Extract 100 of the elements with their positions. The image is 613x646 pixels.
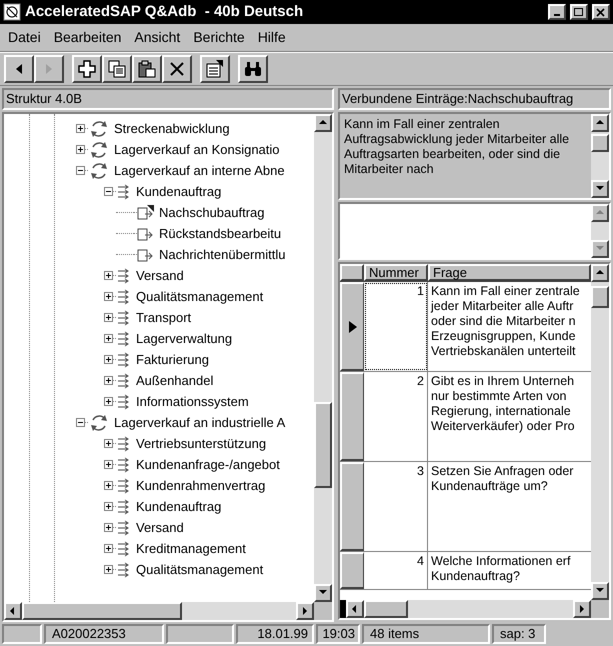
expand-icon[interactable]: [104, 313, 113, 322]
expand-icon[interactable]: [104, 481, 113, 490]
tree-item[interactable]: Lagerverkauf an interne Abne: [114, 160, 285, 180]
horizontal-scrollbar[interactable]: [346, 600, 591, 618]
tree-item[interactable]: Versand: [136, 518, 184, 538]
scroll-thumb[interactable]: [22, 602, 182, 620]
scroll-down-button[interactable]: [314, 584, 332, 602]
expand-icon[interactable]: [104, 376, 113, 385]
tree-item[interactable]: Rückstandsbearbeitu: [159, 224, 282, 244]
vertical-scrollbar[interactable]: [591, 114, 609, 198]
row-selector[interactable]: [340, 372, 364, 461]
tree-item[interactable]: Informationssystem: [136, 392, 249, 412]
expand-icon[interactable]: [104, 292, 113, 301]
scroll-down-button[interactable]: [591, 180, 609, 198]
status-field: 48 items: [362, 624, 490, 644]
menu-item[interactable]: Datei: [8, 27, 41, 48]
tree-item[interactable]: Versand: [136, 266, 184, 286]
expand-icon[interactable]: [104, 460, 113, 469]
horizontal-scrollbar[interactable]: [4, 602, 314, 620]
panel-header: Struktur 4.0B: [2, 88, 334, 110]
scroll-left-button[interactable]: [4, 602, 22, 620]
expand-icon[interactable]: [76, 124, 85, 133]
tree-item[interactable]: Kundenanfrage-/angebot: [136, 454, 280, 474]
expand-icon[interactable]: [104, 523, 113, 532]
scroll-right-button[interactable]: [296, 602, 314, 620]
tree-item[interactable]: Lagerverkauf an Konsignatio: [114, 140, 280, 160]
scroll-thumb[interactable]: [364, 600, 408, 618]
delete-icon: [169, 61, 185, 77]
vertical-scrollbar[interactable]: [591, 204, 609, 258]
toolbar-button[interactable]: [200, 55, 230, 83]
menu-item[interactable]: Hilfe: [258, 27, 286, 48]
column-header[interactable]: Nummer: [364, 264, 428, 281]
toolbar-button[interactable]: [72, 55, 102, 83]
row-selector[interactable]: [340, 462, 364, 551]
row-selector[interactable]: [340, 282, 364, 371]
tree-item[interactable]: Kundenauftrag: [136, 182, 222, 202]
menu-item[interactable]: Berichte: [193, 27, 245, 48]
toolbar-button[interactable]: [162, 55, 192, 83]
cycle-icon: [88, 160, 110, 180]
tree-item[interactable]: Transport: [136, 308, 192, 328]
tree-item[interactable]: Nachrichtenübermittlu: [159, 244, 286, 264]
table-cell-text: Gibt es in Ihrem Unterneh nur bestimmte Arten von Regierung, internationale Weiterverkäufer) oder Pro: [430, 373, 576, 435]
scroll-up-button[interactable]: [591, 114, 609, 132]
collapse-icon[interactable]: [76, 418, 85, 427]
tree-item[interactable]: Vertriebsunterstützung: [136, 434, 266, 454]
expand-icon[interactable]: [104, 271, 113, 280]
tree-item[interactable]: Streckenabwicklung: [114, 118, 230, 138]
tree-item[interactable]: Lagerverkauf an industrielle A: [114, 412, 286, 432]
scroll-thumb[interactable]: [314, 402, 332, 488]
collapse-icon[interactable]: [76, 166, 85, 175]
toolbar-button[interactable]: [132, 55, 162, 83]
vertical-scrollbar[interactable]: [591, 264, 609, 600]
toolbar-button[interactable]: [102, 55, 132, 83]
minimize-button[interactable]: [548, 4, 566, 20]
tree-item[interactable]: Nachschubauftrag: [159, 202, 265, 222]
maximize-button[interactable]: [570, 4, 588, 20]
scroll-thumb[interactable]: [591, 134, 609, 152]
expand-icon[interactable]: [104, 355, 113, 364]
notes-field[interactable]: [338, 202, 611, 260]
expand-icon[interactable]: [104, 565, 113, 574]
table-cell-text: Setzen Sie Anfragen oder Kundenaufträge um?: [430, 463, 574, 495]
scroll-up-button[interactable]: [591, 204, 609, 222]
expand-icon[interactable]: [76, 145, 85, 154]
collapse-icon[interactable]: [104, 187, 113, 196]
scroll-right-button[interactable]: [573, 600, 591, 618]
scroll-left-button[interactable]: [346, 600, 364, 618]
menu-item[interactable]: Bearbeiten: [54, 27, 122, 48]
tree-item[interactable]: Kundenauftrag: [136, 496, 222, 516]
tree-item[interactable]: Qualitätsmanagement: [136, 560, 264, 580]
toolbar-button[interactable]: [4, 55, 34, 83]
scroll-down-button[interactable]: [591, 240, 609, 258]
tree-item[interactable]: Kreditmanagement: [136, 538, 246, 558]
vertical-scrollbar[interactable]: [314, 114, 332, 602]
split-handle[interactable]: [340, 600, 346, 618]
expand-icon[interactable]: [104, 334, 113, 343]
expand-icon[interactable]: [104, 439, 113, 448]
copy-icon: [108, 60, 126, 78]
minimize-icon: [554, 14, 560, 16]
scroll-thumb[interactable]: [591, 286, 609, 308]
column-header[interactable]: Frage: [428, 264, 591, 281]
close-button[interactable]: [592, 4, 610, 20]
tree-item[interactable]: Qualitätsmanagement: [136, 286, 264, 306]
expand-icon[interactable]: [104, 544, 113, 553]
tree-item[interactable]: Kundenrahmenvertrag: [136, 476, 266, 496]
menu-item[interactable]: Ansicht: [134, 27, 180, 48]
scroll-up-button[interactable]: [591, 264, 609, 282]
expand-icon[interactable]: [104, 397, 113, 406]
status-field: A020022353: [44, 624, 164, 644]
scroll-down-button[interactable]: [591, 582, 609, 600]
row-selector[interactable]: [340, 552, 364, 589]
tree-item[interactable]: Fakturierung: [136, 350, 209, 370]
table-cell: 1: [364, 282, 428, 371]
expand-icon[interactable]: [104, 502, 113, 511]
tree-item[interactable]: Lagerverwaltung: [136, 328, 232, 348]
status-panel: [166, 624, 234, 644]
tree-item[interactable]: Außenhandel: [136, 370, 214, 390]
scroll-up-button[interactable]: [314, 114, 332, 132]
toolbar-button[interactable]: [238, 55, 268, 83]
panel-header: Verbundene Einträge:Nachschubauftrag: [338, 88, 611, 110]
document-arrow-icon: [137, 246, 155, 262]
